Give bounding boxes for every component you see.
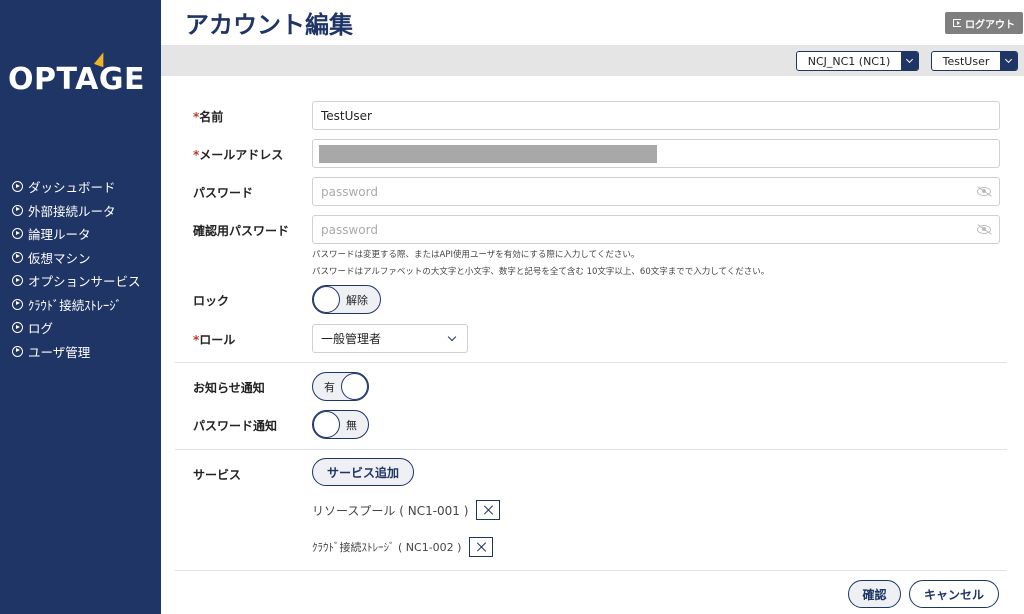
toggle-knob [313, 411, 340, 438]
play-circle-icon [12, 251, 23, 263]
chevron-down-icon [901, 52, 918, 70]
chevron-down-icon [1000, 52, 1017, 70]
password-confirm-field[interactable] [312, 215, 1000, 244]
password-field[interactable] [312, 177, 1000, 206]
password-hint-1: パスワードは変更する際、またはAPI使用ユーザを有効にする際に入力してください。 [312, 250, 640, 260]
section-divider [175, 362, 1007, 363]
lock-toggle-label: 解除 [346, 293, 368, 307]
sidebar: OPTAGE ダッシュボード 外部接続ルータ 論理ルータ 仮想マシン オプション… [0, 0, 161, 614]
play-circle-icon [12, 181, 23, 193]
service-item: リソースプール ( NC1-001 ) [312, 500, 501, 520]
user-select[interactable]: TestUser [931, 51, 1018, 71]
role-select[interactable]: 一般管理者 [312, 324, 468, 353]
confirm-button[interactable]: 確認 [848, 580, 901, 608]
notice-toggle[interactable]: 有 [312, 372, 369, 401]
sidebar-item-log[interactable]: ログ [12, 316, 141, 340]
tenant-select-value: NCJ_NC1 (NC1) [807, 54, 891, 68]
sidebar-item-label: オプションサービス [28, 274, 141, 290]
sidebar-item-external-router[interactable]: 外部接続ルータ [12, 199, 141, 223]
sidebar-item-label: ユーザ管理 [28, 344, 91, 360]
name-label: *名前 [193, 108, 223, 125]
name-input[interactable] [321, 108, 991, 123]
logout-button[interactable]: ログアウト [945, 12, 1023, 34]
play-circle-icon [12, 228, 23, 240]
tenant-select[interactable]: NCJ_NC1 (NC1) [796, 51, 919, 71]
section-divider [175, 449, 1007, 450]
password-notice-label: パスワード通知 [193, 419, 278, 433]
logo-text: OPTAGE [8, 62, 145, 97]
sidebar-item-label: ｸﾗｳﾄﾞ接続ｽﾄﾚｰｼﾞ [28, 297, 122, 313]
lock-toggle[interactable]: 解除 [312, 285, 381, 314]
email-redacted-block [319, 145, 657, 163]
password-notice-toggle[interactable]: 無 [312, 410, 369, 439]
password-hint-2: パスワードはアルファベットの大文字と小文字、数字と記号を全て含む 10文字以上、… [312, 267, 770, 277]
sidebar-item-user-management[interactable]: ユーザ管理 [12, 340, 141, 364]
sidebar-item-cloud-storage[interactable]: ｸﾗｳﾄﾞ接続ｽﾄﾚｰｼﾞ [12, 293, 141, 317]
add-service-button[interactable]: サービス追加 [312, 458, 414, 486]
password-confirm-input[interactable] [321, 222, 977, 237]
user-select-value: TestUser [942, 54, 990, 68]
sidebar-item-label: ログ [28, 321, 54, 337]
chevron-down-icon [447, 332, 457, 341]
section-divider [175, 570, 1007, 571]
password-input[interactable] [321, 184, 977, 199]
cancel-button[interactable]: キャンセル [909, 580, 999, 608]
role-select-value: 一般管理者 [321, 332, 382, 346]
sidebar-item-virtual-machine[interactable]: 仮想マシン [12, 246, 141, 270]
notice-toggle-label: 有 [324, 380, 335, 394]
service-item: ｸﾗｳﾄﾞ接続ｽﾄﾚｰｼﾞ ( NC1-002 ) [312, 537, 494, 557]
close-icon [476, 542, 486, 552]
toggle-knob [313, 286, 340, 313]
role-label-text: ロール [199, 333, 236, 347]
play-circle-icon [12, 204, 23, 216]
play-circle-icon [12, 275, 23, 287]
service-item-label: リソースプール ( NC1-001 ) [312, 503, 469, 518]
remove-service-button[interactable] [476, 500, 501, 520]
page-title: アカウント編集 [185, 11, 353, 39]
service-item-label: ｸﾗｳﾄﾞ接続ｽﾄﾚｰｼﾞ ( NC1-002 ) [312, 541, 462, 554]
name-label-text: 名前 [199, 110, 224, 124]
sidebar-item-label: 論理ルータ [28, 227, 91, 243]
sidebar-item-logical-router[interactable]: 論理ルータ [12, 222, 141, 246]
email-label-text: メールアドレス [199, 148, 284, 162]
eye-off-icon[interactable] [977, 225, 991, 234]
sidebar-item-label: ダッシュボード [28, 180, 116, 196]
sidebar-nav: ダッシュボード 外部接続ルータ 論理ルータ 仮想マシン オプションサービス ｸﾗ… [12, 175, 141, 363]
close-icon [483, 505, 493, 515]
play-circle-icon [12, 298, 23, 310]
service-label: サービス [193, 468, 242, 482]
sidebar-item-label: 外部接続ルータ [28, 203, 116, 219]
password-confirm-label: 確認用パスワード [193, 224, 290, 238]
sidebar-item-label: 仮想マシン [28, 250, 91, 266]
toggle-knob [341, 373, 368, 400]
name-field[interactable] [312, 101, 1000, 130]
optage-logo: OPTAGE [8, 50, 154, 98]
email-label: *メールアドレス [193, 146, 283, 163]
logout-icon [953, 19, 961, 27]
role-label: *ロール [193, 331, 235, 348]
password-notice-toggle-label: 無 [346, 418, 357, 432]
remove-service-button[interactable] [469, 537, 494, 557]
sidebar-item-option-service[interactable]: オプションサービス [12, 269, 141, 293]
notice-label: お知らせ通知 [193, 381, 265, 395]
password-label: パスワード [193, 186, 254, 200]
play-circle-icon [12, 345, 23, 357]
play-circle-icon [12, 322, 23, 334]
eye-off-icon[interactable] [977, 187, 991, 196]
lock-label: ロック [193, 294, 230, 308]
sidebar-item-dashboard[interactable]: ダッシュボード [12, 175, 141, 199]
logout-label: ログアウト [965, 19, 1015, 31]
